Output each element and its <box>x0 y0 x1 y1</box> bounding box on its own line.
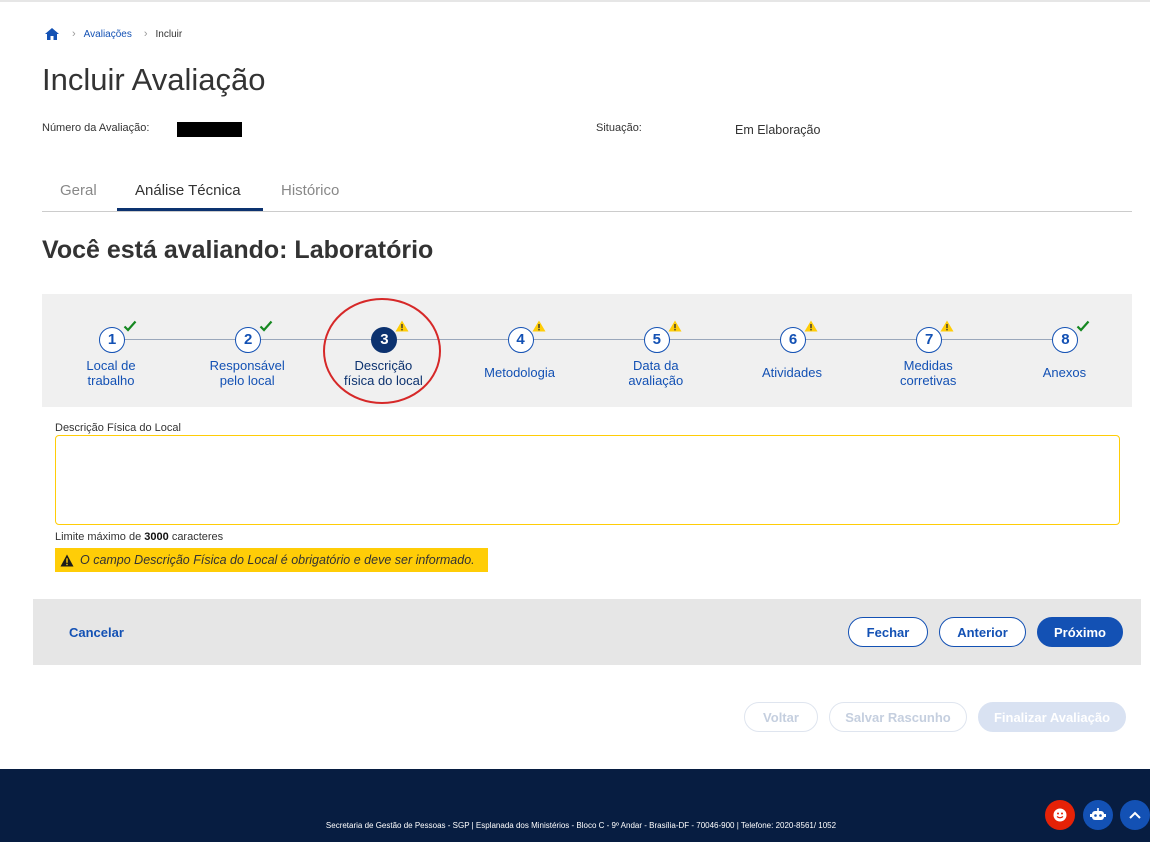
step-4[interactable]: 4 Metodologia <box>452 294 588 407</box>
numero-label: Número da Avaliação: <box>42 122 150 134</box>
step-number-circle: 4 <box>507 327 534 353</box>
step-5[interactable]: 5 Data da avaliação <box>588 294 724 407</box>
next-button[interactable]: Próximo <box>1037 617 1123 647</box>
descricao-fisica-textarea[interactable] <box>55 435 1120 525</box>
step-label-line: Data da <box>633 358 679 373</box>
finish-evaluation-button[interactable]: Finalizar Avaliação <box>978 702 1126 732</box>
chevron-right-icon: › <box>143 28 148 40</box>
save-draft-button[interactable]: Salvar Rascunho <box>829 702 967 732</box>
step-label-line: Anexos <box>1042 365 1087 380</box>
tab-analise-tecnica[interactable]: Análise Técnica <box>135 182 241 199</box>
step-label: Anexos <box>996 365 1132 380</box>
char-limit-hint: Limite máximo de 3000 caracteres <box>55 531 224 543</box>
close-button[interactable]: Fechar <box>848 617 928 647</box>
step-label-line: pelo local <box>219 373 275 388</box>
step-7[interactable]: 7 Medidas corretivas <box>860 294 996 407</box>
tab-geral[interactable]: Geral <box>60 182 97 199</box>
chevron-right-icon: › <box>72 28 76 40</box>
checkmark-icon <box>1077 320 1090 332</box>
step-number-circle: 3 <box>371 327 398 353</box>
step-number-circle: 1 <box>99 327 125 353</box>
footer-text: Secretaria de Gestão de Pessoas - SGP | … <box>325 821 837 830</box>
step-label-line: Medidas <box>903 358 953 373</box>
active-tab-indicator <box>117 208 263 211</box>
step-2[interactable]: 2 Responsável pelo local <box>179 294 315 407</box>
page-title: Incluir Avaliação <box>42 62 266 97</box>
chevron-up-icon <box>1129 811 1141 819</box>
robot-icon <box>1090 808 1106 820</box>
step-3[interactable]: 3 Descrição física do local <box>315 294 451 407</box>
tab-bar: Geral Análise Técnica Histórico <box>42 176 1132 212</box>
wizard-stepper: 1 Local de trabalho 2 Responsável pelo local 3… <box>42 294 1132 407</box>
situacao-label: Situação: <box>596 122 642 134</box>
step-label-line: Metodologia <box>484 365 555 380</box>
step-label: Atividades <box>724 365 860 380</box>
step-label-line: Atividades <box>762 365 822 380</box>
scroll-to-top-fab[interactable] <box>1120 800 1150 830</box>
step-label: Descrição física do local <box>315 358 451 388</box>
warning-icon <box>804 320 818 332</box>
breadcrumb-avaliacoes-link[interactable]: Avaliações <box>84 29 132 40</box>
step-label: Medidas corretivas <box>860 358 996 388</box>
step-label-line: Local de <box>86 358 136 373</box>
previous-button[interactable]: Anterior <box>939 617 1026 647</box>
step-label-line: trabalho <box>87 373 135 388</box>
smiley-icon <box>1053 808 1067 822</box>
step-number-circle: 7 <box>916 327 943 353</box>
step-label-line: física do local <box>344 373 423 388</box>
step-label-line: Descrição <box>354 358 413 373</box>
step-1[interactable]: 1 Local de trabalho <box>43 294 179 407</box>
situacao-value: Em Elaboração <box>735 123 821 137</box>
checkmark-icon <box>123 320 137 332</box>
warning-icon <box>668 320 682 332</box>
step-label-line: Responsável <box>209 358 285 373</box>
descricao-field-label: Descrição Física do Local <box>55 422 181 434</box>
step-6[interactable]: 6 Atividades <box>724 294 860 407</box>
step-label-line: avaliação <box>628 373 684 388</box>
back-button[interactable]: Voltar <box>744 702 818 732</box>
step-label-line: corretivas <box>900 373 957 388</box>
footer: Secretaria de Gestão de Pessoas - SGP | … <box>0 769 1150 842</box>
validation-error-message: O campo Descrição Física do Local é obri… <box>55 548 488 572</box>
step-label: Local de trabalho <box>43 358 179 388</box>
feedback-fab[interactable] <box>1045 800 1075 830</box>
breadcrumb: › Avaliações › Incluir <box>44 27 182 41</box>
warning-icon <box>60 554 74 566</box>
home-icon[interactable] <box>44 27 60 41</box>
redacted-numero-value <box>177 122 242 137</box>
cancel-button[interactable]: Cancelar <box>69 625 124 640</box>
checkmark-icon <box>259 320 273 332</box>
step-label: Metodologia <box>452 365 588 380</box>
chatbot-fab[interactable] <box>1083 800 1113 830</box>
step-number-circle: 2 <box>235 327 262 353</box>
step-label: Responsável pelo local <box>179 358 315 388</box>
warning-icon <box>532 320 546 332</box>
warning-icon <box>940 320 954 332</box>
step-number-circle: 8 <box>1052 327 1079 353</box>
step-8[interactable]: 8 Anexos <box>996 294 1132 407</box>
step-label: Data da avaliação <box>588 358 724 388</box>
section-title: Você está avaliando: Laboratório <box>42 236 434 264</box>
breadcrumb-current: Incluir <box>155 28 183 40</box>
top-divider <box>0 0 1150 2</box>
tab-historico[interactable]: Histórico <box>281 182 339 199</box>
wizard-action-bar: Cancelar Fechar Anterior Próximo <box>33 599 1141 665</box>
step-number-circle: 5 <box>643 327 670 353</box>
step-number-circle: 6 <box>780 327 806 353</box>
warning-icon <box>395 320 409 332</box>
